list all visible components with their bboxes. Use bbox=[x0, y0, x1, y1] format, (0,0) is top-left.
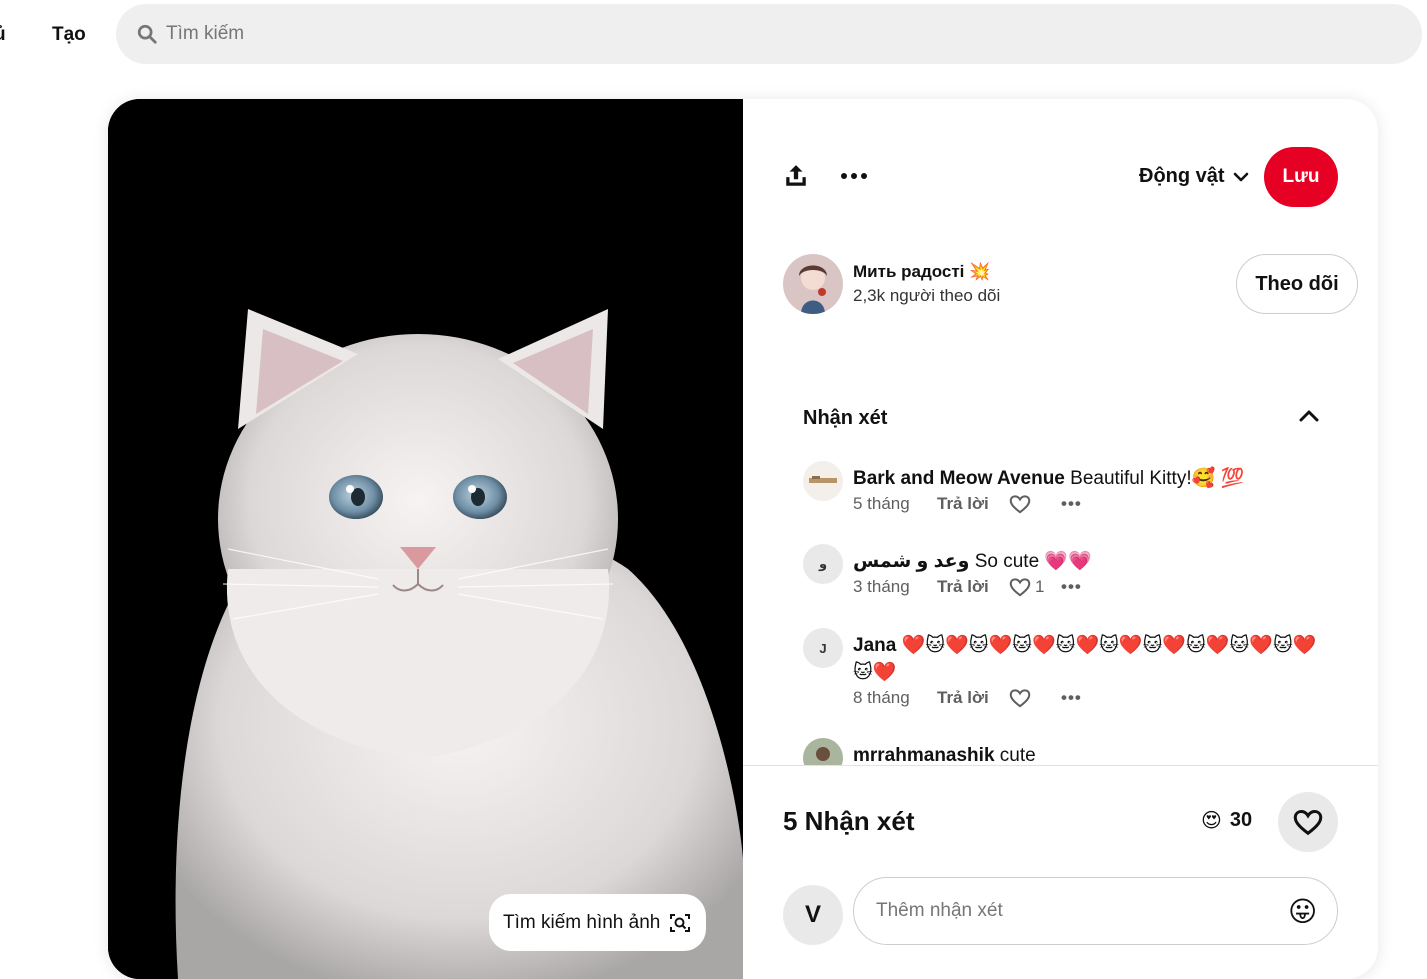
comment-count: 5 Nhận xét bbox=[783, 806, 915, 836]
footer-divider bbox=[743, 765, 1378, 766]
comment-meta: 8 tháng Trả lời ••• bbox=[853, 688, 1082, 708]
heart-icon bbox=[1009, 689, 1031, 708]
comment-age: 8 tháng bbox=[853, 688, 910, 707]
emoji-picker-icon[interactable]: 😛 bbox=[1288, 895, 1322, 929]
comment-more-icon[interactable]: ••• bbox=[1061, 688, 1082, 708]
cat-photo bbox=[108, 99, 743, 979]
comments-header: Nhận xét bbox=[803, 407, 888, 429]
visual-search-button[interactable]: Tìm kiếm hình ảnh bbox=[489, 894, 707, 951]
chevron-up-icon[interactable] bbox=[1296, 403, 1322, 429]
save-button[interactable]: Lưu bbox=[1264, 147, 1338, 207]
search-icon bbox=[137, 24, 157, 44]
like-button[interactable] bbox=[1009, 688, 1061, 708]
creator-name-text: Мить радості bbox=[853, 262, 965, 281]
board-selector[interactable]: Động vật bbox=[1139, 165, 1249, 188]
comment-item: mrrahmanashik cute bbox=[803, 738, 1323, 765]
like-button[interactable] bbox=[1009, 494, 1061, 514]
pin-details: Động vật Lưu Мить радості 💥 2,3k người t… bbox=[743, 99, 1378, 979]
emoji-glyph: 😛 bbox=[1288, 896, 1318, 927]
creator-followers: 2,3k người theo dõi bbox=[853, 286, 1001, 305]
like-count: 1 bbox=[1035, 577, 1045, 596]
comment-body: cute bbox=[999, 745, 1036, 765]
comment-username[interactable]: mrrahmanashik bbox=[853, 745, 995, 765]
creator-name[interactable]: Мить радості 💥 bbox=[853, 262, 990, 282]
comment-body: Beautiful Kitty!🥰 💯 bbox=[1070, 468, 1245, 489]
add-comment-input[interactable] bbox=[853, 877, 1338, 945]
like-button[interactable]: 1 bbox=[1009, 577, 1061, 597]
reply-button[interactable]: Trả lời bbox=[937, 688, 1009, 708]
comment-text: mrrahmanashik cute bbox=[853, 742, 1323, 765]
comment-text: Jana ❤️🐱❤️🐱❤️🐱❤️🐱❤️🐱❤️🐱❤️🐱❤️🐱❤️🐱❤️🐱❤️ bbox=[853, 632, 1323, 686]
chevron-down-icon bbox=[1233, 172, 1248, 181]
reply-button[interactable]: Trả lời bbox=[937, 577, 1009, 597]
comment-avatar[interactable]: و bbox=[803, 544, 843, 584]
heart-eyes-icon: 😍 bbox=[1201, 810, 1222, 832]
pin-card: Tìm kiếm hình ảnh Động vật Lưu Мить радо… bbox=[108, 99, 1378, 979]
comment-age: 5 tháng bbox=[853, 494, 910, 513]
reply-button[interactable]: Trả lời bbox=[937, 494, 1009, 514]
creator-name-emoji: 💥 bbox=[969, 262, 991, 281]
reaction-count: 30 bbox=[1229, 809, 1253, 831]
comment-text: وعد و شمس So cute 💗💗 bbox=[853, 548, 1323, 575]
comments-footer: 5 Nhận xét 😍 30 bbox=[783, 792, 1338, 852]
comment-age: 3 tháng bbox=[853, 577, 910, 596]
comment-avatar[interactable]: J bbox=[803, 628, 843, 668]
comment-item: Bark and Meow Avenue Beautiful Kitty!🥰 💯… bbox=[803, 461, 1323, 521]
comments-section[interactable]: Nhận xét Bark and Meow Avenue Beautiful … bbox=[743, 389, 1378, 765]
comment-meta: 3 tháng Trả lời 1 ••• bbox=[853, 577, 1082, 597]
more-options-icon[interactable] bbox=[837, 159, 871, 193]
comment-username[interactable]: وعد و شمس bbox=[853, 551, 969, 572]
share-icon[interactable] bbox=[779, 159, 813, 193]
reaction-summary[interactable]: 😍 30 bbox=[1201, 808, 1252, 833]
comment-avatar[interactable] bbox=[803, 461, 843, 501]
comment-body: ❤️🐱❤️🐱❤️🐱❤️🐱❤️🐱❤️🐱❤️🐱❤️🐱❤️🐱❤️🐱❤️ bbox=[853, 635, 1317, 683]
comment-composer: V 😛 bbox=[783, 877, 1338, 945]
top-navigation: ủ Tạo bbox=[0, 0, 1427, 72]
comment-item: J Jana ❤️🐱❤️🐱❤️🐱❤️🐱❤️🐱❤️🐱❤️🐱❤️🐱❤️🐱❤️🐱❤️ … bbox=[803, 628, 1323, 718]
creator-info: Мить радості 💥 2,3k người theo dõi Theo … bbox=[783, 254, 1358, 314]
comment-item: و وعد و شمس So cute 💗💗 3 tháng Trả lời 1… bbox=[803, 544, 1323, 604]
comment-username[interactable]: Jana bbox=[853, 635, 896, 656]
comment-avatar[interactable] bbox=[803, 738, 843, 765]
search-bar[interactable] bbox=[116, 4, 1422, 64]
heart-icon bbox=[1293, 810, 1323, 836]
visual-search-label: Tìm kiếm hình ảnh bbox=[503, 911, 661, 933]
react-button[interactable] bbox=[1278, 792, 1338, 852]
comment-text: Bark and Meow Avenue Beautiful Kitty!🥰 💯 bbox=[853, 465, 1323, 492]
follow-button[interactable]: Theo dõi bbox=[1236, 254, 1358, 314]
comment-body: So cute 💗💗 bbox=[974, 551, 1092, 572]
comment-meta: 5 tháng Trả lời ••• bbox=[853, 494, 1082, 514]
pin-action-bar: Động vật Lưu bbox=[783, 147, 1338, 207]
visual-search-icon bbox=[670, 913, 691, 932]
creator-avatar[interactable] bbox=[783, 254, 843, 314]
board-name: Động vật bbox=[1139, 165, 1225, 187]
nav-home-link[interactable]: ủ bbox=[0, 24, 6, 46]
search-input[interactable] bbox=[166, 23, 1166, 45]
heart-icon bbox=[1009, 495, 1031, 514]
comment-more-icon[interactable]: ••• bbox=[1061, 494, 1082, 514]
heart-icon bbox=[1009, 578, 1031, 597]
pin-image[interactable]: Tìm kiếm hình ảnh bbox=[108, 99, 743, 979]
user-avatar[interactable]: V bbox=[783, 885, 843, 945]
comment-more-icon[interactable]: ••• bbox=[1061, 577, 1082, 597]
comment-username[interactable]: Bark and Meow Avenue bbox=[853, 468, 1065, 489]
nav-create-link[interactable]: Tạo bbox=[52, 24, 86, 46]
